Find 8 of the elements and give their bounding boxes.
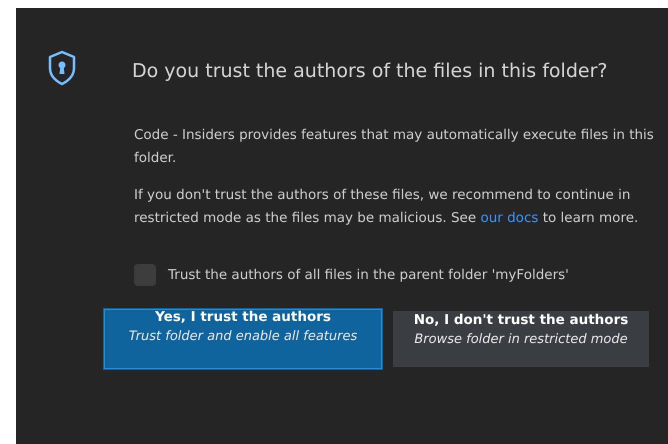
shield-icon	[48, 50, 76, 86]
docs-link[interactable]: our docs	[480, 210, 538, 226]
description-text: If you don't trust the authors of these files, we recommend to continue in restricted mode as the files may be malicious. See our docs to learn more.	[134, 186, 640, 228]
trust-button[interactable]: Yes, I trust the authors Trust folder and enable all features	[103, 308, 383, 370]
description-text: Code - Insiders provides features that may automatically execute files in this folder.	[134, 126, 654, 168]
restricted-button[interactable]: No, I don't trust the authors Browse folder in restricted mode	[393, 311, 649, 367]
checkbox-label: Trust the authors of all files in the parent folder 'myFolders'	[168, 267, 569, 283]
dialog-title: Do you trust the authors of the files in this folder?	[132, 60, 608, 82]
